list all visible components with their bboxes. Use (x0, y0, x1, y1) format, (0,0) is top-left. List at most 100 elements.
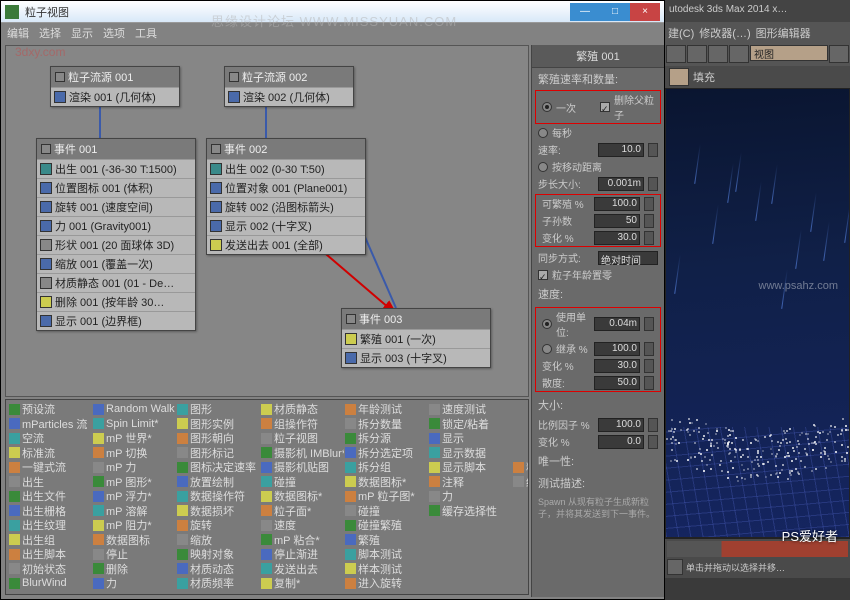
radio-once[interactable] (542, 102, 552, 112)
operator-item[interactable]: mP 浮力* (92, 489, 176, 504)
menu-display[interactable]: 显示 (71, 25, 93, 41)
operator-item[interactable]: 出生文件 (8, 489, 92, 504)
rate-input[interactable]: 10.0 (598, 143, 644, 157)
operator-item[interactable]: 材质频率 (176, 576, 260, 591)
menu-tools[interactable]: 工具 (135, 25, 157, 41)
operator-item[interactable]: 数据损坏 (176, 504, 260, 519)
tool-button[interactable] (708, 45, 728, 63)
operator-item[interactable]: 脚本测试 (344, 547, 428, 562)
operator-item[interactable]: 出生组 (8, 533, 92, 548)
operator-item[interactable]: 映射对象 (176, 547, 260, 562)
operator-item[interactable]: 锁定/粘着 (428, 417, 512, 432)
operator-item[interactable]: 初始状态 (8, 562, 92, 577)
operator-row[interactable]: 旋转 001 (速度空间) (37, 197, 195, 216)
operator-item[interactable]: 显示 (428, 431, 512, 446)
operator-item[interactable]: 拆分组 (344, 460, 428, 475)
operator-item[interactable]: Spin Limit* (92, 417, 176, 432)
operator-item[interactable]: 数据图标 (92, 533, 176, 548)
tool-button[interactable] (829, 45, 849, 63)
operator-row[interactable]: 位置图标 001 (体积) (37, 178, 195, 197)
operator-item[interactable]: 组操作符 (260, 417, 344, 432)
operator-item[interactable]: 出生 (8, 475, 92, 490)
operator-item[interactable]: 碰撞 (344, 504, 428, 519)
operator-item[interactable]: mP 粘合* (260, 533, 344, 548)
spawnable-input[interactable]: 100.0 (594, 197, 640, 211)
operator-item[interactable]: mParticles 流 (8, 417, 92, 432)
sync-dropdown[interactable]: 绝对时间 (598, 251, 658, 265)
lock-icon[interactable] (667, 559, 683, 575)
operator-item[interactable] (512, 446, 529, 461)
node-pfsource-002[interactable]: 粒子流源 002 渲染 002 (几何体) (224, 66, 354, 107)
operator-item[interactable]: 摄影机贴图 (260, 460, 344, 475)
viewport[interactable] (665, 88, 850, 538)
minimize-button[interactable]: — (570, 3, 600, 21)
operator-item[interactable]: 复制* (260, 576, 344, 591)
operator-item[interactable]: 数据图标* (260, 489, 344, 504)
maximize-button[interactable]: □ (600, 3, 630, 21)
operator-row[interactable]: 旋转 002 (沿图标箭头) (207, 197, 365, 216)
tool-button[interactable] (666, 45, 686, 63)
operator-item[interactable]: mP 阻力* (92, 518, 176, 533)
variation1-input[interactable]: 30.0 (594, 231, 640, 245)
operator-item[interactable]: mP 力 (92, 460, 176, 475)
operator-item[interactable]: 碰撞繁殖 (344, 518, 428, 533)
operator-row[interactable]: 删除 001 (按年龄 30… (37, 292, 195, 311)
operator-row[interactable]: 出生 002 (0-30 T:50) (207, 159, 365, 178)
operator-item[interactable]: 拆分选定项 (344, 446, 428, 461)
radio-inherit[interactable] (542, 344, 552, 354)
operator-item[interactable]: 放置绘制 (176, 475, 260, 490)
operator-row[interactable]: 缩放 001 (覆盖一次) (37, 254, 195, 273)
operator-item[interactable]: 停止 (92, 547, 176, 562)
operator-item[interactable]: 力 (92, 576, 176, 591)
operator-item[interactable]: 一键式流 (8, 460, 92, 475)
tool-button[interactable] (687, 45, 707, 63)
menu-select[interactable]: 选择 (39, 25, 61, 41)
operator-item[interactable]: 进入旋转 (344, 576, 428, 591)
variation3-input[interactable]: 0.0 (598, 435, 644, 449)
node-event-001[interactable]: 事件 001 出生 001 (-36-30 T:1500)位置图标 001 (体… (36, 138, 196, 331)
check-delete-parent[interactable] (600, 102, 610, 112)
operator-item[interactable]: 碰撞 (260, 475, 344, 490)
operator-row[interactable]: 材质静态 001 (01 - De… (37, 273, 195, 292)
operator-item[interactable]: 摄影机 IMBlur* (260, 446, 344, 461)
operator-item[interactable]: 图形朝向 (176, 431, 260, 446)
operator-item[interactable]: 空流 (8, 431, 92, 446)
operators-depot[interactable]: 预设流mParticles 流空流标准流一键式流出生出生文件出生栅格出生纹理出生… (5, 399, 529, 595)
operator-item[interactable]: 数据图标* (344, 475, 428, 490)
operator-item[interactable]: 删除 (92, 562, 176, 577)
operator-row[interactable]: 发送出去 001 (全部) (207, 235, 365, 254)
operator-item[interactable]: 速度测试 (428, 402, 512, 417)
offspring-input[interactable]: 50 (594, 214, 640, 228)
operator-item[interactable]: mP 粒子图* (344, 489, 428, 504)
operator-item[interactable]: 出生脚本 (8, 547, 92, 562)
close-button[interactable]: × (630, 3, 660, 21)
operator-item[interactable]: 发送出去 (260, 562, 344, 577)
scale-input[interactable]: 100.0 (598, 418, 644, 432)
operator-item[interactable]: 拆分源 (344, 431, 428, 446)
operator-item[interactable]: 样本测试 (344, 562, 428, 577)
variation2-input[interactable]: 30.0 (594, 359, 640, 373)
operator-item[interactable]: 粒子面* (260, 504, 344, 519)
operator-item[interactable]: BlurWind (8, 576, 92, 591)
operator-item[interactable] (428, 533, 512, 548)
operator-item[interactable]: 旋转 (176, 518, 260, 533)
operator-item[interactable]: 缓存选择性 (428, 504, 512, 519)
operator-item[interactable]: 年龄测试 (344, 402, 428, 417)
operator-item[interactable]: 缓存磁盘 (512, 475, 529, 490)
operator-row[interactable]: 出生 001 (-36-30 T:1500) (37, 159, 195, 178)
operator-item[interactable]: 力 (428, 489, 512, 504)
operator-item[interactable]: mP 世界* (92, 431, 176, 446)
operator-item[interactable]: 繁殖 (344, 533, 428, 548)
operator-item[interactable]: 注释 (428, 475, 512, 490)
operator-item[interactable]: mP 切换 (92, 446, 176, 461)
operator-item[interactable]: 数据操作符 (176, 489, 260, 504)
view-dropdown[interactable]: 视图 (750, 45, 828, 61)
operator-item[interactable]: mP 溶解 (92, 504, 176, 519)
node-canvas[interactable]: 粒子流源 001 渲染 001 (几何体) 粒子流源 002 渲染 002 (几… (5, 45, 529, 397)
radio-persec[interactable] (538, 128, 548, 138)
operator-row[interactable]: 显示 003 (十字叉) (342, 348, 490, 367)
operator-row[interactable]: 显示 001 (边界框) (37, 311, 195, 330)
operator-item[interactable] (512, 402, 529, 417)
operator-item[interactable] (428, 547, 512, 562)
operator-item[interactable]: 速度 (260, 518, 344, 533)
